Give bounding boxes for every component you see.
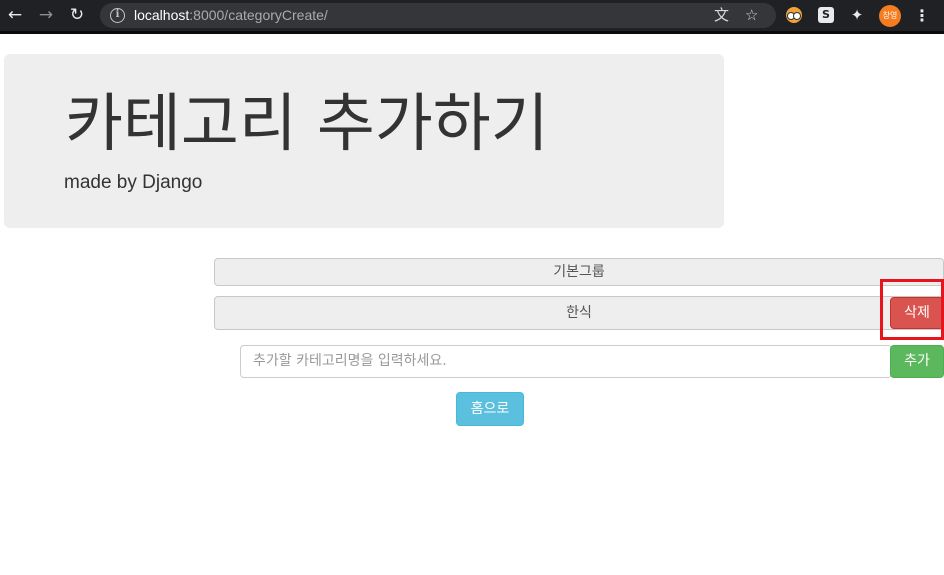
address-bar[interactable]: i localhost:8000/categoryCreate/ 文 ☆: [100, 3, 776, 28]
back-arrow-icon[interactable]: ←: [5, 5, 25, 25]
home-button[interactable]: 홈으로: [456, 392, 524, 426]
page-subtitle: made by Django: [64, 172, 203, 193]
puzzle-icon[interactable]: ✦: [849, 7, 865, 23]
vertical-dots-icon[interactable]: ⋮: [914, 6, 930, 26]
reload-icon[interactable]: ↻: [67, 5, 87, 25]
add-button[interactable]: 추가: [890, 345, 944, 378]
s-extension-icon[interactable]: S: [818, 7, 834, 23]
category-name-input[interactable]: 추가할 카테고리명을 입력하세요.: [240, 345, 892, 378]
forward-arrow-icon[interactable]: →: [36, 5, 56, 25]
profile-avatar[interactable]: 창영: [879, 5, 901, 27]
star-icon[interactable]: ☆: [745, 7, 758, 24]
highlight-box: [880, 279, 944, 340]
category-item-korean[interactable]: 한식: [214, 296, 944, 330]
info-icon[interactable]: i: [110, 8, 125, 23]
toolbar-divider: [0, 31, 944, 34]
page-title: 카테고리 추가하기: [65, 87, 549, 160]
page-header: 카테고리 추가하기 made by Django: [4, 54, 724, 228]
eyes-extension-icon[interactable]: [786, 7, 802, 23]
category-item-default[interactable]: 기본그룹: [214, 258, 944, 286]
translate-icon[interactable]: 文: [714, 7, 729, 24]
url-text[interactable]: localhost:8000/categoryCreate/: [134, 7, 328, 24]
browser-toolbar: ← → ↻ i localhost:8000/categoryCreate/ 文…: [0, 0, 944, 31]
